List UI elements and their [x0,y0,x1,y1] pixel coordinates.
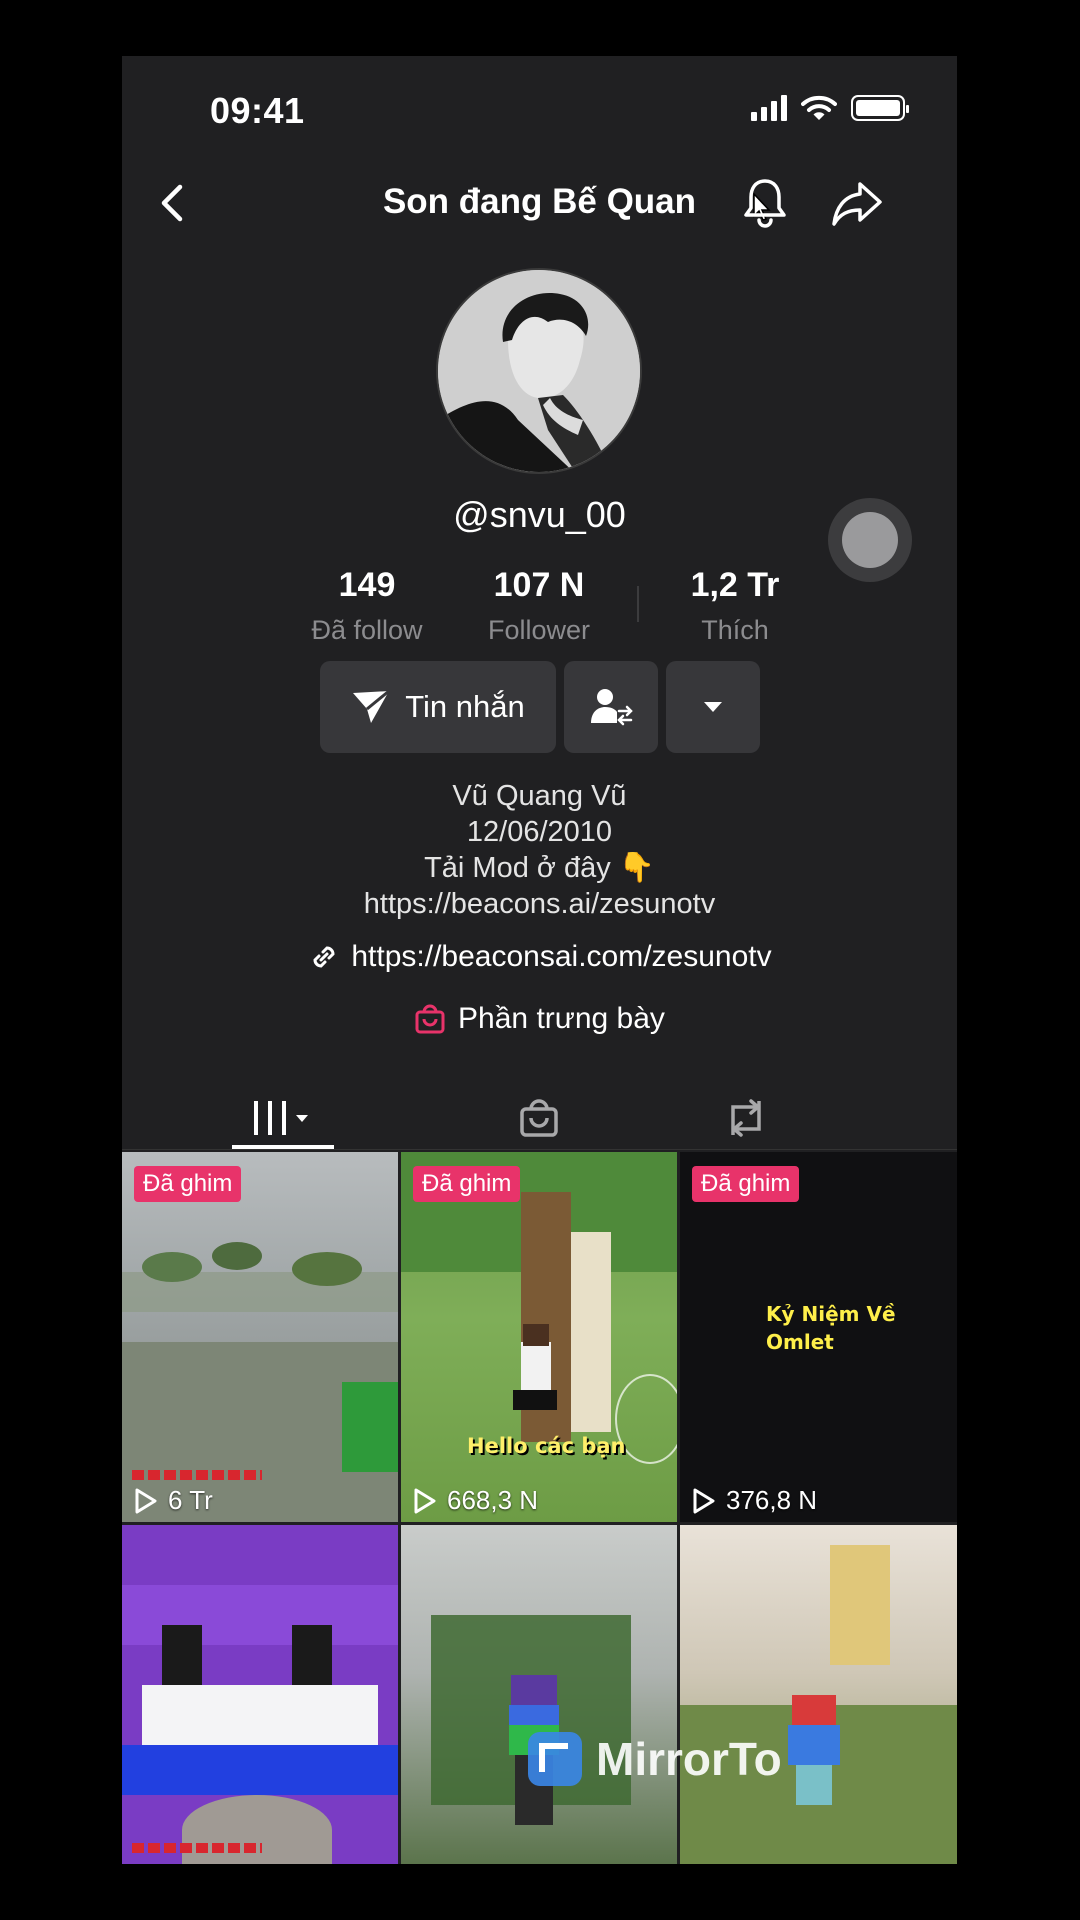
view-count-value: 376,8 N [726,1485,818,1515]
signal-icon [751,95,787,121]
message-button[interactable]: Tin nhắn [320,661,556,753]
mirrorto-logo-icon [528,1732,582,1786]
stat-label: Thích [701,615,769,645]
wifi-icon [801,95,837,120]
bio: Vũ Quang Vũ 12/06/2010 Tải Mod ở đây 👇 h… [122,778,957,922]
view-count-value: 668,3 N [447,1485,539,1515]
tab-shop[interactable] [499,1086,579,1150]
share-arrow-icon [832,182,882,226]
battery-icon [851,95,909,121]
notification-bell-button[interactable] [740,176,790,228]
video-thumbnail[interactable]: Đã ghim 6 Tr [122,1152,398,1522]
send-icon [353,689,391,723]
video-thumbnail[interactable]: Kỷ Niệm Về Omlet Đã ghim 376,8 N [680,1152,957,1522]
repost-icon [731,1099,761,1137]
view-count-value: 6 Tr [168,1485,213,1515]
divider [637,586,639,622]
message-button-label: Tin nhắn [405,689,525,724]
caret-down-icon [704,702,722,712]
play-icon [693,1488,715,1513]
pinned-badge: Đã ghim [692,1166,800,1202]
stat-value: 1,2 Tr [690,566,780,604]
play-icon [414,1488,436,1513]
pinned-badge: Đã ghim [134,1166,242,1202]
bio-line: Tải Mod ở đây 👇 [424,852,655,884]
link-text: https://beaconsai.com/zesunotv [351,940,772,973]
watermark-text: MirrorTo [596,1733,782,1785]
tab-reposts[interactable] [706,1086,786,1150]
stat-label: Đã follow [311,615,423,645]
mirrorto-watermark: MirrorTo [524,1728,782,1790]
friend-button[interactable] [564,661,658,753]
user-swap-icon [591,689,633,726]
link-icon [313,946,335,968]
video-thumbnail[interactable] [680,1525,957,1864]
video-thumbnail[interactable]: Hello các bạn Đã ghim 668,3 N [401,1152,677,1522]
pinned-badge: Đã ghim [413,1166,521,1202]
video-thumbnail[interactable] [401,1525,677,1864]
stat-following[interactable]: 149 Đã follow [277,566,457,646]
showcase-label: Phần trưng bày [458,1002,665,1035]
video-thumbnail[interactable] [122,1525,398,1864]
bell-icon [744,179,786,228]
bio-line: https://beacons.ai/zesunotv [363,888,716,920]
bio-line: Vũ Quang Vũ [452,780,627,812]
video-caption: Hello các bạn [467,1434,626,1458]
bio-line: 12/06/2010 [466,816,613,848]
more-dropdown-button[interactable] [666,661,760,753]
view-count: 6 Tr [134,1485,213,1516]
divider [122,1149,957,1150]
view-count: 668,3 N [413,1485,538,1516]
avatar-photo [438,270,640,472]
stat-likes[interactable]: 1,2 Tr Thích [645,566,825,646]
profile-screen: 09:41 Son đang Bế Quan @snvu_00 149 Đã f… [122,56,957,1864]
shopping-bag-icon [520,1099,558,1137]
floating-assistive-button[interactable] [828,498,912,582]
status-icons [751,94,909,122]
stat-value: 107 N [493,566,585,604]
shopping-bag-icon [415,1004,445,1034]
bio-link[interactable]: https://beaconsai.com/zesunotv [122,940,957,974]
profile-avatar[interactable] [436,268,642,474]
video-title: Kỷ Niệm Về Omlet [766,1302,896,1354]
stat-followers[interactable]: 107 N Follower [449,566,629,646]
play-icon [135,1488,157,1513]
stat-value: 149 [338,566,396,604]
stat-label: Follower [487,615,591,645]
view-count: 376,8 N [692,1485,817,1516]
status-time: 09:41 [210,90,305,131]
share-button[interactable] [830,178,884,228]
showcase-link[interactable]: Phần trưng bày [122,1002,957,1036]
tab-videos[interactable] [232,1086,334,1150]
grid-icon [254,1101,308,1135]
